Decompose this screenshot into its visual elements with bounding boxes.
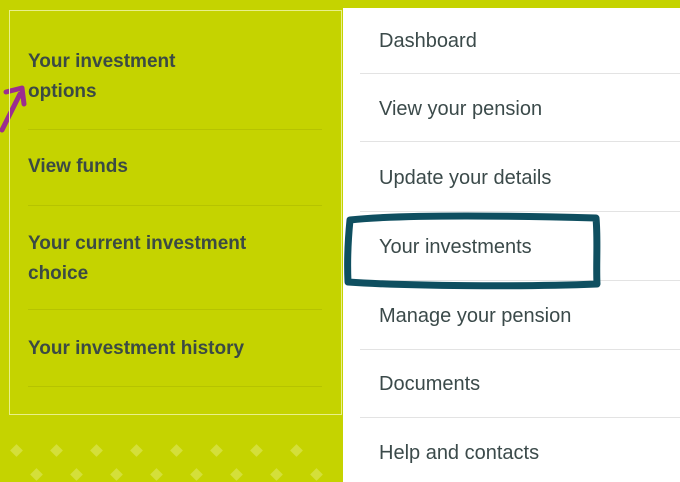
- divider: [28, 129, 322, 130]
- investment-submenu: Your investment options View funds Your …: [9, 10, 342, 415]
- divider: [360, 280, 680, 281]
- submenu-item-view-funds[interactable]: View funds: [28, 152, 322, 182]
- submenu-item-label: Your investment history: [28, 338, 245, 359]
- nav-item-your-investments[interactable]: Your investments: [379, 234, 669, 260]
- submenu-item-label: View funds: [28, 156, 128, 177]
- submenu-item-label: Your investment: [28, 51, 176, 72]
- divider: [28, 205, 322, 206]
- divider: [28, 386, 322, 387]
- divider: [360, 211, 680, 212]
- divider: [360, 349, 680, 350]
- divider: [360, 141, 680, 142]
- submenu-item-current-investment-choice[interactable]: Your current investment choice: [28, 229, 322, 289]
- nav-item-update-details[interactable]: Update your details: [379, 165, 669, 191]
- submenu-item-label: choice: [28, 263, 89, 284]
- submenu-item-label: Your current investment: [28, 233, 247, 254]
- submenu-item-label: options: [28, 81, 97, 102]
- divider: [360, 417, 680, 418]
- nav-item-help-contacts[interactable]: Help and contacts: [379, 440, 669, 466]
- submenu-item-investment-options[interactable]: Your investment options: [28, 47, 322, 107]
- diamond-pattern: [0, 420, 345, 482]
- divider: [360, 73, 680, 74]
- main-navigation: Dashboard View your pension Update your …: [343, 8, 680, 482]
- divider: [28, 309, 322, 310]
- nav-item-manage-pension[interactable]: Manage your pension: [379, 303, 669, 329]
- nav-item-documents[interactable]: Documents: [379, 371, 669, 397]
- nav-item-view-pension[interactable]: View your pension: [379, 96, 669, 122]
- nav-item-dashboard[interactable]: Dashboard: [379, 28, 669, 54]
- submenu-item-investment-history[interactable]: Your investment history: [28, 334, 322, 364]
